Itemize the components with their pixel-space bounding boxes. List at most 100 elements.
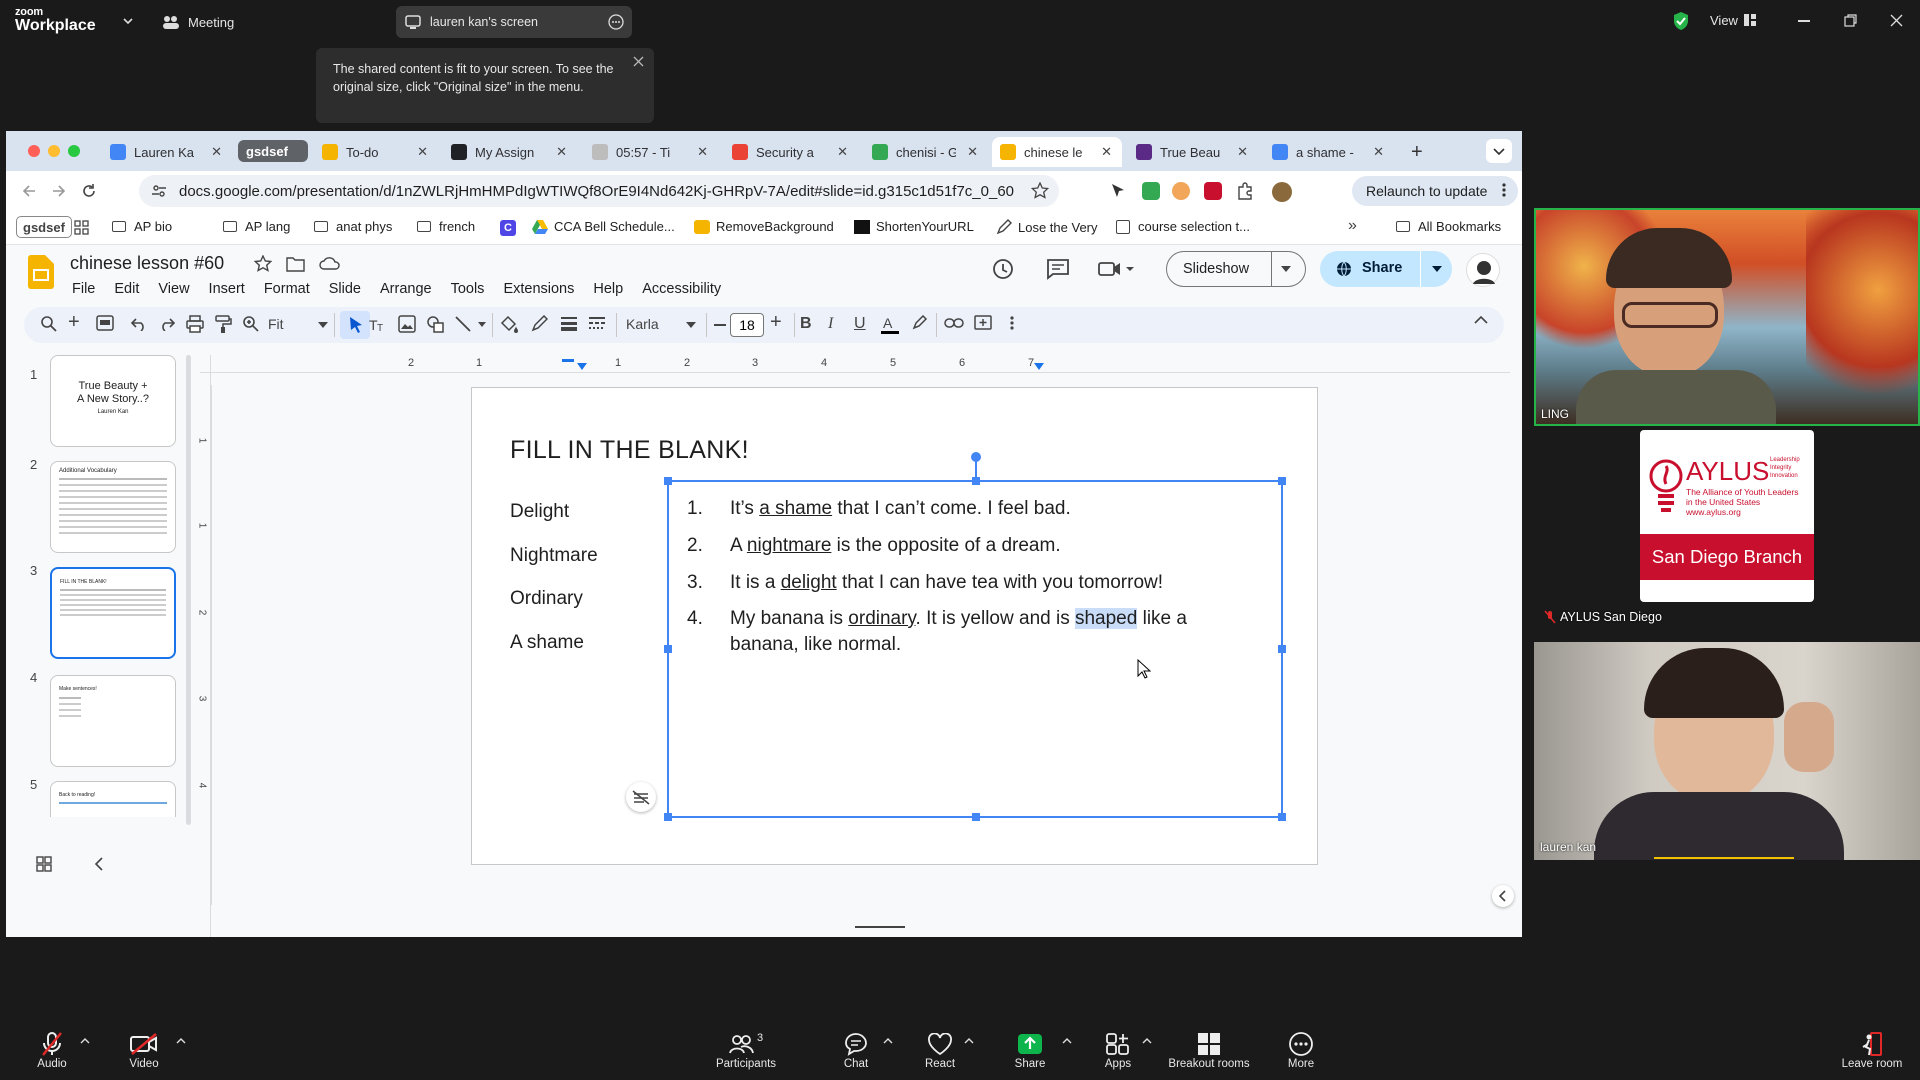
view-label[interactable]: View (1710, 13, 1738, 28)
site-settings-icon[interactable] (151, 183, 167, 199)
breakout-rooms-button[interactable]: Breakout rooms (1163, 1030, 1255, 1070)
leave-room-button[interactable]: Leave room (1832, 1030, 1912, 1070)
audio-options-caret[interactable] (80, 1038, 90, 1044)
browser-tab[interactable]: To-do ✕ (314, 137, 438, 167)
search-menus-icon[interactable] (40, 315, 58, 333)
menu-edit[interactable]: Edit (114, 281, 139, 297)
image-icon[interactable] (398, 315, 416, 333)
redo-icon[interactable] (158, 315, 176, 331)
tab-close-icon[interactable]: ✕ (1237, 144, 1248, 160)
window-zoom-dot[interactable] (68, 145, 80, 157)
chat-options-caret[interactable] (883, 1038, 893, 1044)
react-button[interactable]: React (900, 1030, 980, 1070)
fill-color-icon[interactable] (500, 315, 520, 333)
paint-format-icon[interactable] (214, 315, 232, 333)
link-icon[interactable] (944, 315, 964, 331)
zoom-icon[interactable] (242, 315, 260, 333)
move-folder-icon[interactable] (286, 255, 306, 273)
bookmark-course-selection[interactable]: course selection t... (1116, 219, 1250, 234)
extensions-puzzle-icon[interactable] (1236, 182, 1254, 200)
forward-icon[interactable] (50, 182, 68, 200)
underline-icon[interactable]: U (854, 315, 866, 333)
border-dash-icon[interactable] (588, 315, 606, 331)
add-comment-icon[interactable] (974, 315, 992, 333)
numbered-list[interactable]: 1. It’s a shame that I can’t come. I feel… (679, 490, 1269, 658)
resize-handle[interactable] (664, 645, 672, 653)
browser-tab[interactable]: a shame - ✕ (1264, 137, 1394, 167)
menu-accessibility[interactable]: Accessibility (642, 281, 721, 297)
print-icon[interactable] (186, 315, 204, 333)
document-title[interactable]: chinese lesson #60 (70, 253, 224, 274)
resize-handle[interactable] (664, 813, 672, 821)
tab-close-icon[interactable]: ✕ (417, 144, 428, 160)
star-icon[interactable] (254, 255, 272, 273)
cursor-extension-icon[interactable] (1110, 183, 1126, 199)
browser-tab[interactable]: Security a ✕ (724, 137, 858, 167)
font-size-input[interactable]: 18 (730, 313, 764, 337)
more-options-icon[interactable] (608, 14, 624, 30)
text-box-icon[interactable]: TT (368, 315, 388, 333)
slideshow-button[interactable]: Slideshow (1166, 251, 1306, 287)
border-weight-icon[interactable] (560, 315, 578, 331)
bookmark-star-icon[interactable] (1031, 182, 1049, 200)
caret-down-icon[interactable] (1432, 266, 1442, 272)
extension-avatar-icon[interactable] (1172, 182, 1190, 200)
grid-view-icon[interactable] (36, 856, 52, 872)
select-tool-button[interactable] (340, 311, 370, 339)
participant-video-ling[interactable]: LING (1534, 208, 1920, 426)
menu-view[interactable]: View (158, 281, 189, 297)
tab-close-icon[interactable]: ✕ (967, 144, 978, 160)
bookmark-shortenyoururl[interactable]: ShortenYourURL (854, 219, 974, 234)
caret-down-icon[interactable] (1281, 266, 1291, 272)
bookmark-anat-phys[interactable]: anat phys (314, 219, 392, 234)
thumbnail-slide-2[interactable]: Additional Vocabulary (50, 461, 176, 553)
zoom-select[interactable]: Fit (268, 316, 332, 332)
window-close-dot[interactable] (28, 145, 40, 157)
tab-close-icon[interactable]: ✕ (837, 144, 848, 160)
kebab-menu-icon[interactable] (1502, 182, 1506, 198)
apps-button[interactable]: Apps (1078, 1030, 1158, 1070)
browser-tab[interactable]: My Assign ✕ (443, 137, 577, 167)
thumbnail-slide-5[interactable]: Back to reading! (50, 781, 176, 817)
bookmark-all[interactable]: All Bookmarks (1396, 219, 1501, 234)
text-color-icon[interactable]: A (880, 315, 900, 335)
undo-icon[interactable] (130, 315, 148, 331)
decrease-font-icon[interactable] (714, 324, 726, 326)
share-screen-button[interactable]: Share (990, 1030, 1070, 1070)
video-button[interactable]: Video (104, 1030, 184, 1070)
speaker-notes-handle[interactable] (855, 926, 905, 928)
italic-icon[interactable]: I (828, 315, 833, 333)
shared-screen-pill[interactable]: lauren kan's screen (396, 6, 632, 38)
thumbnail-slide-4[interactable]: Make sentences! (50, 675, 176, 767)
more-bookmarks-icon[interactable]: » (1348, 217, 1357, 235)
tab-search-button[interactable] (1486, 139, 1512, 163)
apps-options-caret[interactable] (1142, 1038, 1152, 1044)
reload-icon[interactable] (80, 182, 98, 200)
selected-text-box[interactable]: 1. It’s a shame that I can’t come. I feel… (664, 452, 1286, 821)
font-select[interactable]: Karla (626, 316, 700, 332)
bookmark-c-icon[interactable]: C (500, 220, 516, 236)
bookmark-french[interactable]: french (417, 219, 475, 234)
new-slide-icon[interactable]: + (68, 311, 80, 334)
rotate-handle[interactable] (971, 452, 981, 462)
cloud-status-icon[interactable] (319, 255, 341, 271)
bookmark-cca-bell[interactable]: CCA Bell Schedule... (532, 219, 675, 234)
shape-icon[interactable] (426, 315, 446, 333)
menu-slide[interactable]: Slide (329, 281, 361, 297)
browser-tab[interactable]: chenisi - G ✕ (864, 137, 988, 167)
border-color-icon[interactable] (530, 315, 548, 333)
version-history-icon[interactable] (991, 257, 1015, 281)
participant-tile-aylus[interactable]: AYLUS Leadership Integrity Innovation The … (1534, 430, 1920, 630)
tab-close-icon[interactable]: ✕ (1101, 144, 1112, 160)
url-field[interactable]: docs.google.com/presentation/d/1nZWLRjHm… (139, 175, 1059, 207)
comments-icon[interactable] (1046, 258, 1070, 280)
tab-close-icon[interactable]: ✕ (211, 144, 222, 160)
browser-tab[interactable]: Lauren Ka ✕ (102, 137, 232, 167)
back-icon[interactable] (20, 182, 38, 200)
browser-tab[interactable]: chinese le ✕ (992, 137, 1122, 167)
slide-3[interactable]: FILL IN THE BLANK! Delight Nightmare Ord… (471, 387, 1318, 865)
line-icon[interactable] (454, 315, 488, 333)
increase-font-icon[interactable]: + (770, 311, 782, 334)
thumbnail-scrollbar[interactable] (186, 355, 191, 825)
minimize-icon[interactable] (1798, 20, 1810, 22)
